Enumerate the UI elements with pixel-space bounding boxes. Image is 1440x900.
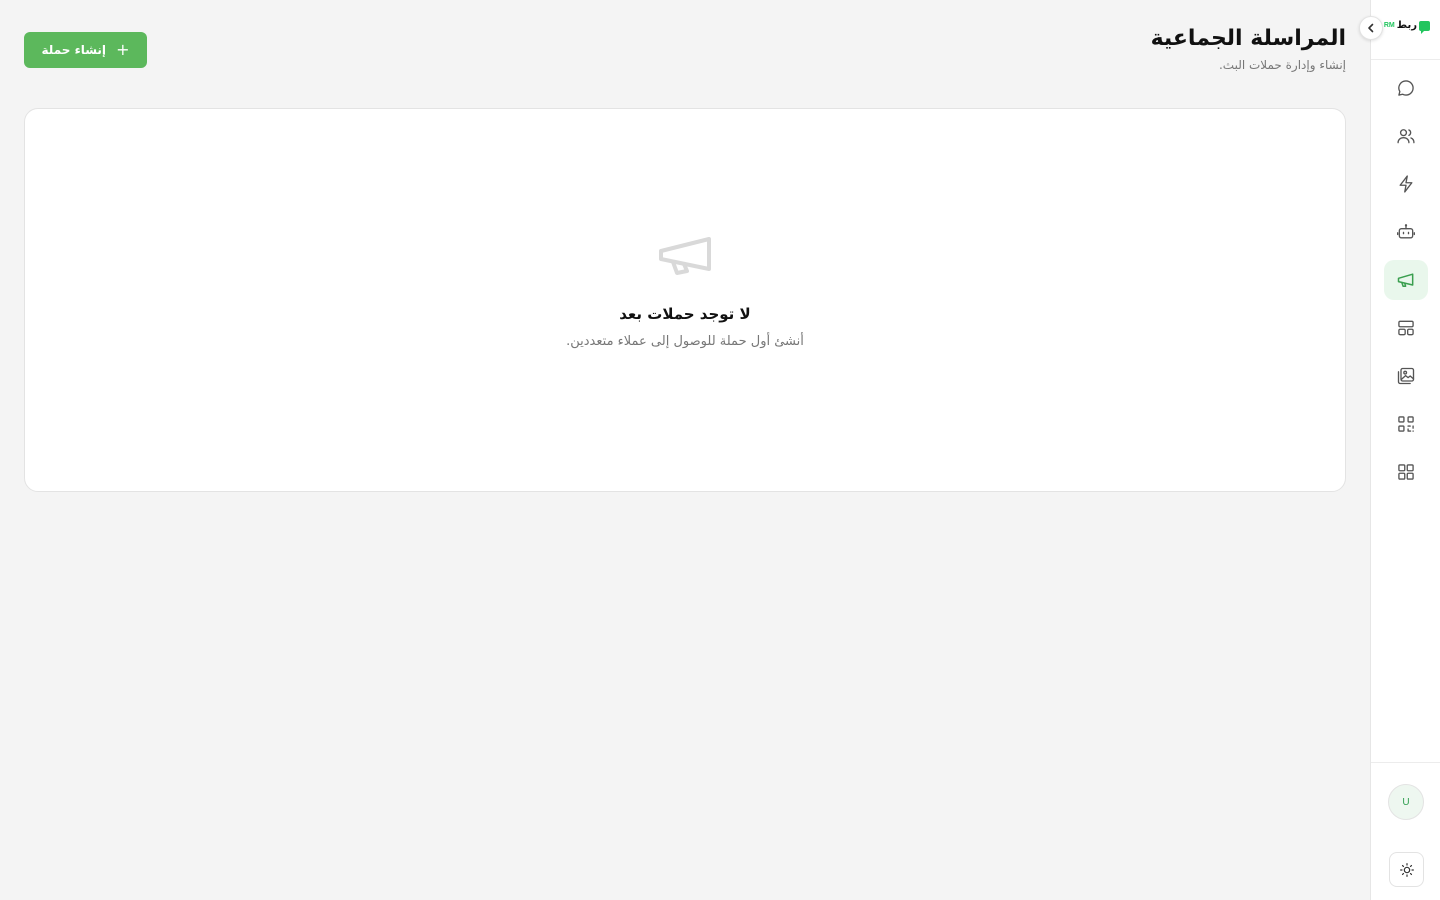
sidebar-header: ربط RM xyxy=(1359,0,1440,60)
sidebar-item-automations[interactable] xyxy=(1384,164,1428,204)
qr-code-icon xyxy=(1398,416,1414,432)
create-campaign-button[interactable]: + إنشاء حملة xyxy=(24,32,147,68)
sidebar-item-media[interactable] xyxy=(1384,356,1428,396)
sun-icon xyxy=(1399,862,1414,877)
chat-bubble-logo-icon xyxy=(1419,20,1430,34)
sidebar-item-bots[interactable] xyxy=(1384,212,1428,252)
sidebar-item-apps[interactable] xyxy=(1384,452,1428,492)
brand-name: ربط xyxy=(1396,20,1417,31)
megaphone-empty-icon xyxy=(659,237,711,275)
empty-state-description: أنشئ أول حملة للوصول إلى عملاء متعددين. xyxy=(566,334,804,349)
collapse-sidebar-button[interactable] xyxy=(1359,16,1383,40)
plus-icon: + xyxy=(116,40,130,59)
sidebar-item-templates[interactable] xyxy=(1384,308,1428,348)
megaphone-icon xyxy=(1397,273,1414,287)
sidebar-item-broadcasts[interactable] xyxy=(1384,260,1428,300)
page-subtitle: إنشاء وإدارة حملات البث. xyxy=(1218,58,1346,72)
media-gallery-icon xyxy=(1397,367,1415,385)
sidebar-item-chats[interactable] xyxy=(1384,68,1428,108)
brand-logo: ربط RM xyxy=(1383,20,1430,34)
theme-toggle-button[interactable] xyxy=(1389,852,1424,887)
templates-icon xyxy=(1398,320,1414,336)
sidebar-item-contacts[interactable] xyxy=(1384,116,1428,156)
sidebar: ربط RM U xyxy=(1359,0,1440,900)
apps-grid-icon xyxy=(1398,464,1414,480)
brand-accent: RM xyxy=(1383,22,1395,29)
user-avatar[interactable]: U xyxy=(1388,784,1424,820)
chat-icon xyxy=(1398,80,1414,96)
chevron-left-icon xyxy=(1368,23,1374,33)
campaigns-empty-card: لا توجد حملات بعد أنشئ أول حملة للوصول إ… xyxy=(24,108,1346,492)
sidebar-item-qr[interactable] xyxy=(1384,404,1428,444)
create-campaign-label: إنشاء حملة xyxy=(41,43,107,57)
empty-state-title: لا توجد حملات بعد xyxy=(619,305,751,323)
sidebar-divider xyxy=(1371,762,1440,763)
bot-icon xyxy=(1397,224,1415,239)
users-icon xyxy=(1397,129,1415,144)
page-title: المراسلة الجماعية xyxy=(1150,26,1346,51)
sidebar-nav xyxy=(1384,68,1428,492)
lightning-icon xyxy=(1399,175,1413,193)
